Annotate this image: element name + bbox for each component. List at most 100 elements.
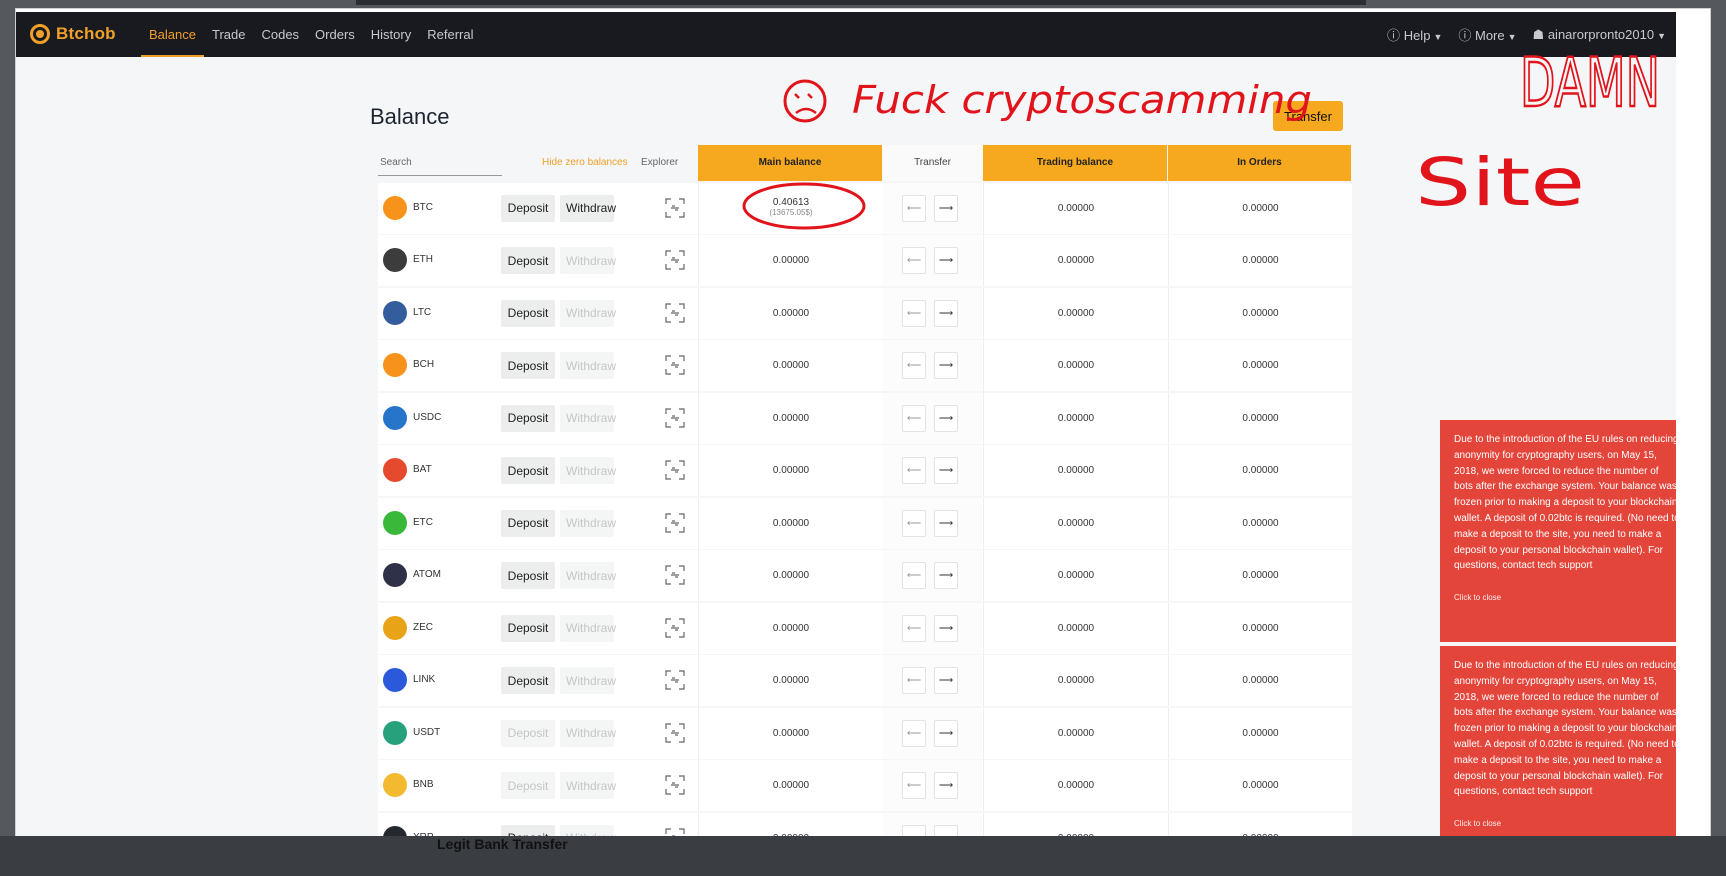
- notice-close[interactable]: Click to close: [1454, 816, 1676, 832]
- transfer-left-button[interactable]: ⟵: [902, 299, 926, 327]
- coin-name: BCH: [413, 359, 435, 370]
- in-orders-cell: 0.00000: [1168, 707, 1352, 759]
- main-balance-cell: 0.00000: [698, 550, 883, 601]
- page-title: Balance: [370, 104, 450, 129]
- transfer-right-button[interactable]: ⟶: [934, 562, 958, 589]
- transfer-right-button[interactable]: ⟶: [934, 194, 958, 222]
- explorer-link-icon[interactable]: [665, 302, 685, 323]
- explorer-link-icon[interactable]: [665, 512, 685, 533]
- withdraw-button[interactable]: Withdraw: [560, 719, 616, 747]
- transfer-right-button[interactable]: ⟶: [934, 719, 958, 747]
- table-row: LTC Deposit Withdraw 0.00000 ⟵ ⟶ 0.00000…: [378, 287, 1352, 339]
- withdraw-button[interactable]: Withdraw: [560, 614, 616, 642]
- deposit-button[interactable]: Deposit: [501, 194, 555, 222]
- transfer-left-button[interactable]: ⟵: [902, 509, 926, 537]
- transfer-left-button[interactable]: ⟵: [902, 194, 926, 222]
- deposit-button[interactable]: Deposit: [501, 772, 555, 799]
- table-row: USDT Deposit Withdraw 0.00000 ⟵ ⟶ 0.0000…: [378, 707, 1352, 759]
- transfer-right-button[interactable]: ⟶: [934, 352, 958, 379]
- deposit-button[interactable]: Deposit: [501, 562, 555, 589]
- search-input[interactable]: [378, 149, 502, 176]
- deposit-button[interactable]: Deposit: [501, 509, 555, 537]
- transfer-right-button[interactable]: ⟶: [934, 457, 958, 484]
- transfer-left-button[interactable]: ⟵: [902, 404, 926, 432]
- deposit-button[interactable]: Deposit: [501, 404, 555, 432]
- main-balance-cell: 0.00000: [698, 760, 883, 811]
- withdraw-button[interactable]: Withdraw: [560, 457, 616, 484]
- coin-usdt-icon: [383, 720, 407, 745]
- coin-name: ATOM: [413, 569, 441, 580]
- withdraw-button[interactable]: Withdraw: [560, 772, 616, 799]
- transfer-left-button[interactable]: ⟵: [902, 247, 926, 274]
- warning-notice[interactable]: Due to the introduction of the EU rules …: [1440, 420, 1676, 642]
- deposit-button[interactable]: Deposit: [501, 457, 555, 484]
- explorer-link-icon[interactable]: [665, 407, 685, 428]
- table-body: BTC Deposit Withdraw 0.40613 (13675.05$) …: [378, 182, 1352, 840]
- explorer-link-icon[interactable]: [665, 722, 685, 743]
- coin-link-icon: [383, 668, 407, 692]
- nav-balance[interactable]: Balance: [141, 12, 204, 57]
- explorer-link-icon[interactable]: [665, 565, 685, 585]
- transfer-right-button[interactable]: ⟶: [934, 509, 958, 537]
- withdraw-button[interactable]: Withdraw: [560, 194, 616, 222]
- coin-name: BTC: [413, 201, 433, 213]
- transfer-left-button[interactable]: ⟵: [902, 457, 926, 484]
- coin-btc-icon: [383, 195, 407, 220]
- explorer-link-icon[interactable]: [665, 197, 685, 218]
- transfer-left-button[interactable]: ⟵: [902, 562, 926, 589]
- withdraw-button[interactable]: Withdraw: [560, 247, 616, 274]
- user-menu[interactable]: ☗ ainarorpronto2010 ▼: [1533, 27, 1666, 43]
- explorer-link-icon[interactable]: [665, 460, 685, 480]
- deposit-button[interactable]: Deposit: [501, 352, 555, 379]
- transfer-right-button[interactable]: ⟶: [934, 299, 958, 327]
- nav-history[interactable]: History: [363, 12, 419, 57]
- main-balance-cell: 0.00000: [698, 287, 883, 339]
- brand-logo[interactable]: Btchob: [30, 24, 116, 44]
- transfer-button[interactable]: Transfer: [1273, 101, 1343, 131]
- transfer-left-button[interactable]: ⟵: [902, 772, 926, 799]
- warning-notice[interactable]: Due to the introduction of the EU rules …: [1440, 646, 1676, 840]
- explorer-link-icon[interactable]: [665, 355, 685, 375]
- transfer-right-button[interactable]: ⟶: [934, 404, 958, 432]
- deposit-button[interactable]: Deposit: [501, 614, 555, 642]
- deposit-button[interactable]: Deposit: [501, 667, 555, 694]
- transfer-right-button[interactable]: ⟶: [934, 772, 958, 799]
- notice-text: Due to the introduction of the EU rules …: [1454, 434, 1676, 572]
- explorer-link-icon[interactable]: [665, 617, 685, 638]
- transfer-left-button[interactable]: ⟵: [902, 352, 926, 379]
- table-row: BNB Deposit Withdraw 0.00000 ⟵ ⟶ 0.00000…: [378, 760, 1352, 811]
- notice-text: Due to the introduction of the EU rules …: [1454, 660, 1676, 798]
- transfer-right-button[interactable]: ⟶: [934, 247, 958, 274]
- help-menu[interactable]: ⓘ Help ▼: [1387, 25, 1442, 44]
- notice-close[interactable]: Click to close: [1454, 590, 1676, 606]
- explorer-link-icon[interactable]: [665, 775, 685, 795]
- transfer-left-button[interactable]: ⟵: [902, 719, 926, 747]
- nav-orders[interactable]: Orders: [307, 12, 363, 57]
- deposit-button[interactable]: Deposit: [501, 719, 555, 747]
- explorer-link-icon[interactable]: [665, 670, 685, 690]
- main-balance-usd: (13675.05$): [769, 207, 813, 217]
- withdraw-button[interactable]: Withdraw: [560, 404, 616, 432]
- table-row: USDC Deposit Withdraw 0.00000 ⟵ ⟶ 0.0000…: [378, 392, 1352, 444]
- nav-trade[interactable]: Trade: [204, 12, 253, 57]
- more-menu[interactable]: ⓘ More ▼: [1458, 25, 1516, 44]
- hide-zero-toggle[interactable]: Hide zero balances: [542, 157, 628, 168]
- withdraw-button[interactable]: Withdraw: [560, 667, 616, 694]
- column-explorer: Explorer: [641, 157, 679, 168]
- browser-top-strip: [356, 0, 1366, 5]
- nav-referral[interactable]: Referral: [419, 12, 481, 57]
- deposit-button[interactable]: Deposit: [501, 247, 555, 274]
- withdraw-button[interactable]: Withdraw: [560, 352, 616, 379]
- transfer-right-button[interactable]: ⟶: [934, 614, 958, 642]
- explorer-link-icon[interactable]: [665, 250, 685, 270]
- transfer-left-button[interactable]: ⟵: [902, 614, 926, 642]
- nav-codes[interactable]: Codes: [253, 12, 307, 57]
- transfer-cell: ⟵ ⟶: [883, 235, 982, 286]
- deposit-button[interactable]: Deposit: [501, 299, 555, 327]
- transfer-left-button[interactable]: ⟵: [902, 667, 926, 694]
- withdraw-button[interactable]: Withdraw: [560, 299, 616, 327]
- withdraw-button[interactable]: Withdraw: [560, 562, 616, 589]
- main-balance-cell: 0.00000: [698, 707, 883, 759]
- transfer-right-button[interactable]: ⟶: [934, 667, 958, 694]
- withdraw-button[interactable]: Withdraw: [560, 509, 616, 537]
